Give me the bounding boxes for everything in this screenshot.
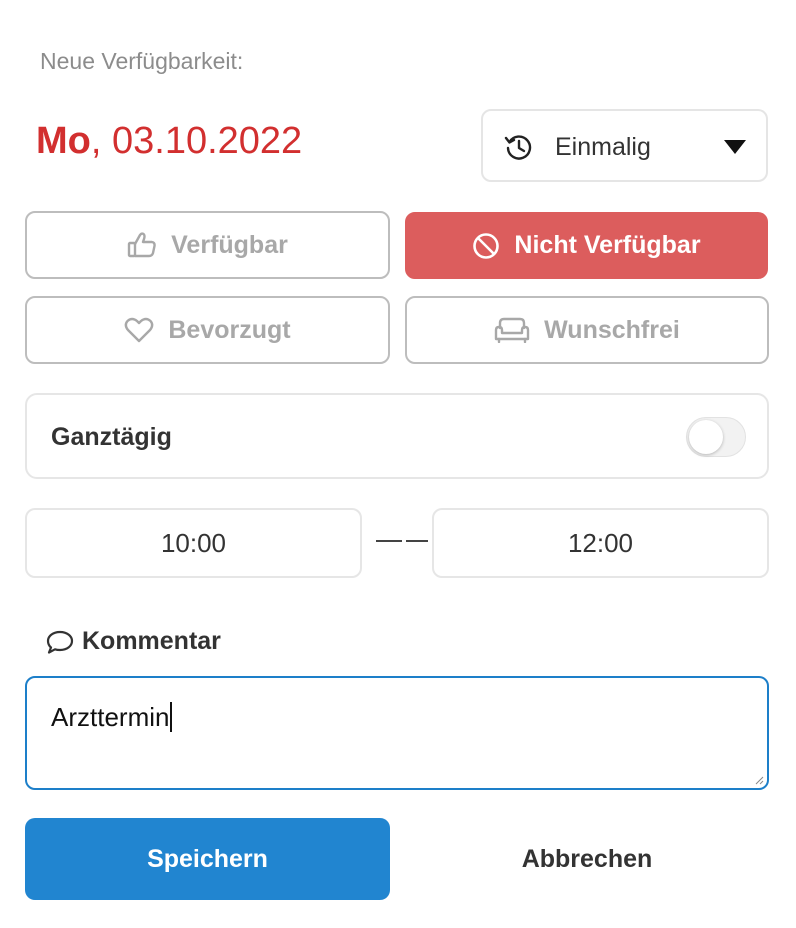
option-available-button[interactable]: Verfügbar — [25, 211, 390, 279]
time-range-separator — [376, 540, 428, 542]
option-not-available-button[interactable]: Nicht Verfügbar — [405, 212, 768, 279]
time-to-input[interactable]: 12:00 — [432, 508, 769, 578]
weekday: Mo — [36, 120, 91, 162]
option-label: Wunschfrei — [544, 315, 680, 344]
ban-icon — [473, 232, 500, 259]
all-day-toggle[interactable] — [686, 417, 746, 457]
comment-label: Kommentar — [82, 627, 221, 655]
date-separator: , — [90, 120, 102, 162]
recurrence-value: Einmalig — [555, 133, 651, 161]
comment-textarea[interactable]: Arzttermin — [25, 676, 769, 790]
option-label: Bevorzugt — [168, 315, 291, 344]
option-preferred-button[interactable]: Bevorzugt — [25, 296, 390, 364]
comment-value: Arzttermin — [51, 702, 173, 733]
all-day-row: Ganztägig — [25, 393, 769, 479]
comment-icon — [46, 630, 74, 654]
option-label: Nicht Verfügbar — [514, 231, 701, 259]
chevron-down-icon — [724, 140, 746, 154]
time-from-input[interactable]: 10:00 — [25, 508, 362, 578]
thumbs-up-icon — [127, 232, 156, 258]
comment-heading: Kommentar — [46, 627, 221, 656]
history-icon — [504, 135, 532, 160]
dialog-heading: Neue Verfügbarkeit: — [40, 48, 244, 74]
couch-icon — [494, 317, 530, 343]
heart-icon — [125, 317, 154, 343]
cancel-button[interactable]: Abbrechen — [405, 818, 769, 900]
toggle-knob — [689, 420, 723, 454]
resize-grip-icon[interactable] — [754, 775, 764, 785]
date-value: 03.10.2022 — [112, 120, 303, 162]
text-cursor — [170, 702, 173, 732]
save-button[interactable]: Speichern — [25, 818, 390, 900]
option-day-off-button[interactable]: Wunschfrei — [405, 296, 769, 364]
selected-date: Mo, 03.10.2022 — [36, 120, 302, 163]
recurrence-select[interactable]: Einmalig — [481, 109, 768, 182]
option-label: Verfügbar — [171, 230, 288, 259]
all-day-label: Ganztägig — [51, 423, 172, 451]
